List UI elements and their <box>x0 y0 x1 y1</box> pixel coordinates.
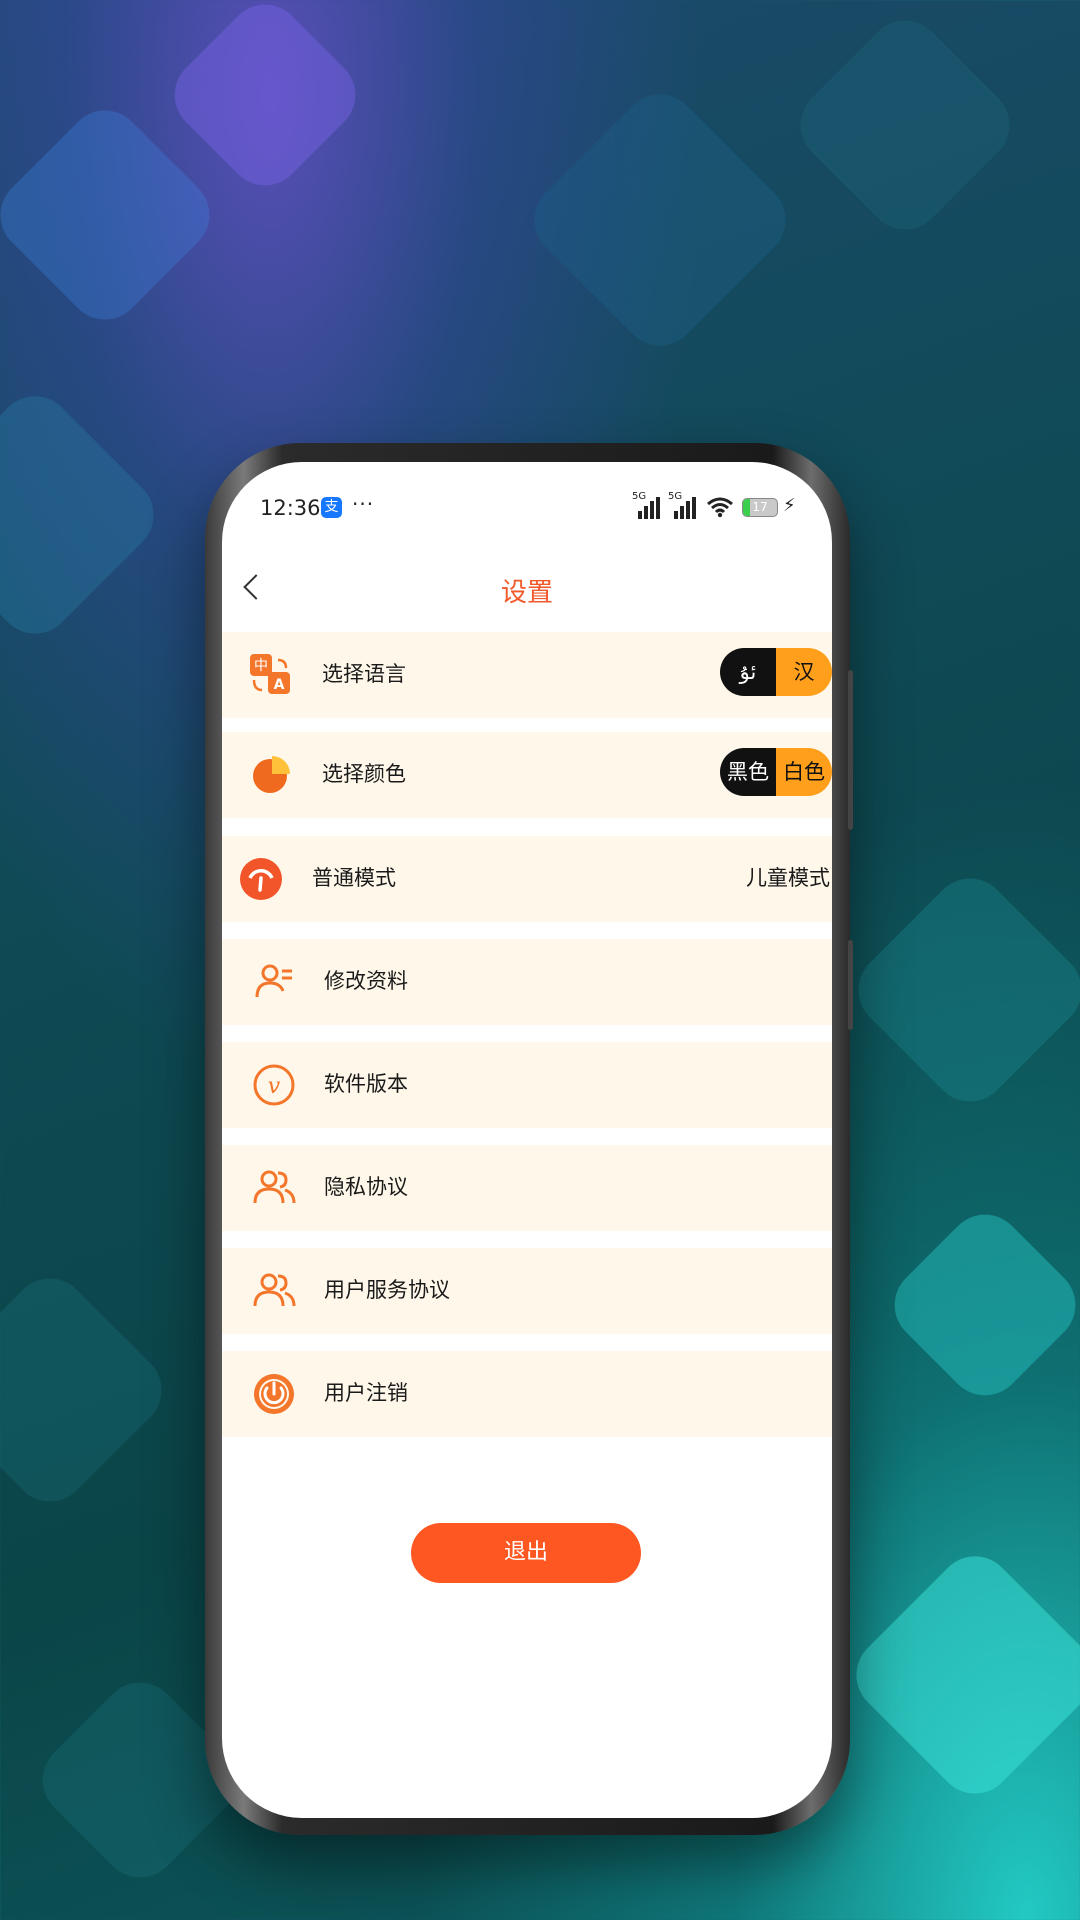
edit-profile-label: 修改资料 <box>324 969 408 993</box>
kids-mode-option[interactable]: 儿童模式 <box>746 862 830 892</box>
color-label: 选择颜色 <box>322 762 406 786</box>
language-toggle[interactable]: ئۇ 汉 <box>720 648 832 696</box>
privacy-label: 隐私协议 <box>324 1175 408 1199</box>
bg-tile <box>842 862 1080 1118</box>
header: 设置 <box>222 552 832 632</box>
mode-label: 普通模式 <box>312 866 396 890</box>
color-option-black[interactable]: 黑色 <box>720 748 776 796</box>
signal-icon: 5G <box>668 491 698 519</box>
color-row: 选择颜色 黑色 白色 <box>222 732 832 818</box>
bg-tile <box>840 1540 1080 1810</box>
power-icon <box>254 1374 294 1414</box>
speedometer-icon <box>240 858 282 900</box>
pie-chart-icon <box>253 756 290 793</box>
bg-tile <box>784 4 1026 246</box>
bg-tile <box>0 380 170 650</box>
language-row: 中 A 选择语言 ئۇ 汉 <box>222 632 832 718</box>
translate-icon: 中 A <box>250 654 290 694</box>
users-icon <box>253 1273 296 1307</box>
more-notifications-icon: ··· <box>352 492 375 516</box>
signal-icon: 5G <box>632 491 662 519</box>
charging-icon: ⚡ <box>783 495 796 516</box>
page-title: 设置 <box>500 578 553 608</box>
language-option-chinese[interactable]: 汉 <box>776 648 832 696</box>
mode-row[interactable]: 普通模式 儿童模式 <box>222 836 832 922</box>
users-icon <box>253 1170 296 1204</box>
service-agreement-row[interactable]: 用户服务协议 <box>222 1248 832 1334</box>
language-option-uyghur[interactable]: ئۇ <box>720 648 776 696</box>
wifi-icon <box>707 497 733 518</box>
bg-tile <box>878 1198 1080 1412</box>
alipay-icon: 支 <box>321 497 342 518</box>
bg-tile <box>0 1262 178 1518</box>
logout-button[interactable]: 退出 <box>411 1523 641 1583</box>
bg-tile <box>0 94 226 336</box>
svg-text:A: A <box>274 677 285 693</box>
color-option-white[interactable]: 白色 <box>776 748 832 796</box>
deregister-row[interactable]: 用户注销 <box>222 1351 832 1437</box>
bg-tile <box>518 78 802 362</box>
language-label: 选择语言 <box>322 662 406 686</box>
privacy-row[interactable]: 隐私协议 <box>222 1145 832 1231</box>
battery-level: 17 <box>752 500 768 514</box>
bg-tile <box>158 0 372 202</box>
svg-text:中: 中 <box>254 658 268 674</box>
power-button <box>848 940 853 1030</box>
status-time: 12:36 <box>260 496 321 520</box>
network-type: 5G <box>668 491 683 502</box>
edit-profile-row[interactable]: 修改资料 <box>222 939 832 1025</box>
battery-icon: 17 <box>742 498 778 517</box>
version-label: 软件版本 <box>324 1072 408 1096</box>
user-edit-icon <box>255 964 292 998</box>
status-bar: 12:36 支 ··· 5G 5G 17 ⚡ <box>222 462 832 552</box>
service-agreement-label: 用户服务协议 <box>324 1278 450 1302</box>
version-row[interactable]: v 软件版本 <box>222 1042 832 1128</box>
svg-text:v: v <box>268 1074 281 1099</box>
volume-button <box>848 670 853 830</box>
color-toggle[interactable]: 黑色 白色 <box>720 748 832 796</box>
network-type: 5G <box>632 491 647 502</box>
deregister-label: 用户注销 <box>324 1381 408 1405</box>
phone-screen: 12:36 支 ··· 5G 5G 17 ⚡ 设置 中 A 选择语言 ئۇ 汉 … <box>222 462 832 1818</box>
version-icon: v <box>253 1064 295 1106</box>
